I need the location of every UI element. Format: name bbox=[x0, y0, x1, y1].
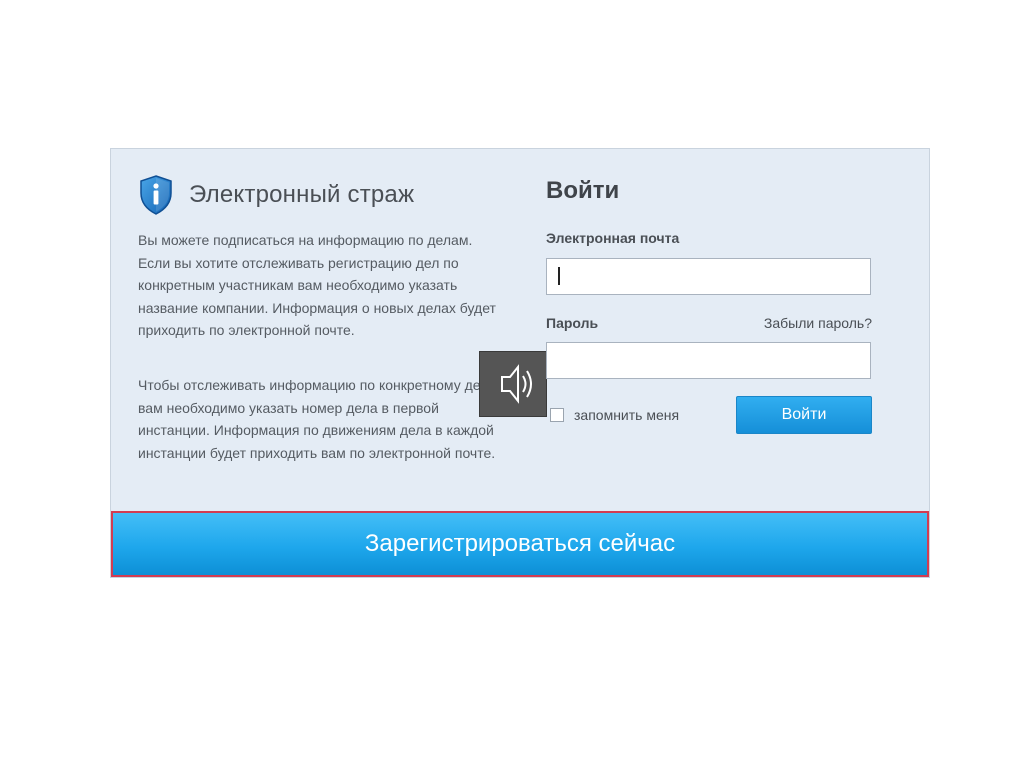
password-label: Пароль bbox=[546, 315, 599, 331]
description-paragraph-2: Чтобы отслеживать информацию по конкретн… bbox=[138, 377, 496, 461]
speaker-audio-icon bbox=[501, 364, 532, 404]
description-paragraph-1: Вы можете подписаться на информацию по д… bbox=[138, 232, 496, 338]
brand: Электронный страж bbox=[139, 175, 414, 215]
email-label: Электронная почта bbox=[546, 230, 680, 246]
text-caret bbox=[558, 267, 560, 285]
email-field[interactable] bbox=[546, 258, 871, 295]
info-column: Электронный страж Вы можете подписаться … bbox=[111, 149, 511, 509]
shield-info-icon bbox=[140, 175, 172, 215]
remember-me[interactable]: запомнить меня bbox=[550, 407, 679, 423]
forgot-password-link[interactable]: Забыли пароль? bbox=[764, 315, 872, 331]
login-form: Войти Электронная почта Пароль Забыли па… bbox=[546, 149, 876, 509]
remember-me-checkbox[interactable] bbox=[550, 408, 564, 422]
remember-me-label: запомнить меня bbox=[574, 407, 680, 423]
login-title: Войти bbox=[546, 177, 620, 204]
brand-title: Электронный страж bbox=[189, 181, 415, 208]
login-panel: Электронный страж Вы можете подписаться … bbox=[110, 148, 930, 578]
audio-overlay-button[interactable] bbox=[479, 351, 547, 417]
login-button[interactable]: Войти bbox=[736, 396, 872, 434]
register-button[interactable]: Зарегистрироваться сейчас bbox=[111, 511, 929, 577]
password-field[interactable] bbox=[546, 342, 871, 379]
